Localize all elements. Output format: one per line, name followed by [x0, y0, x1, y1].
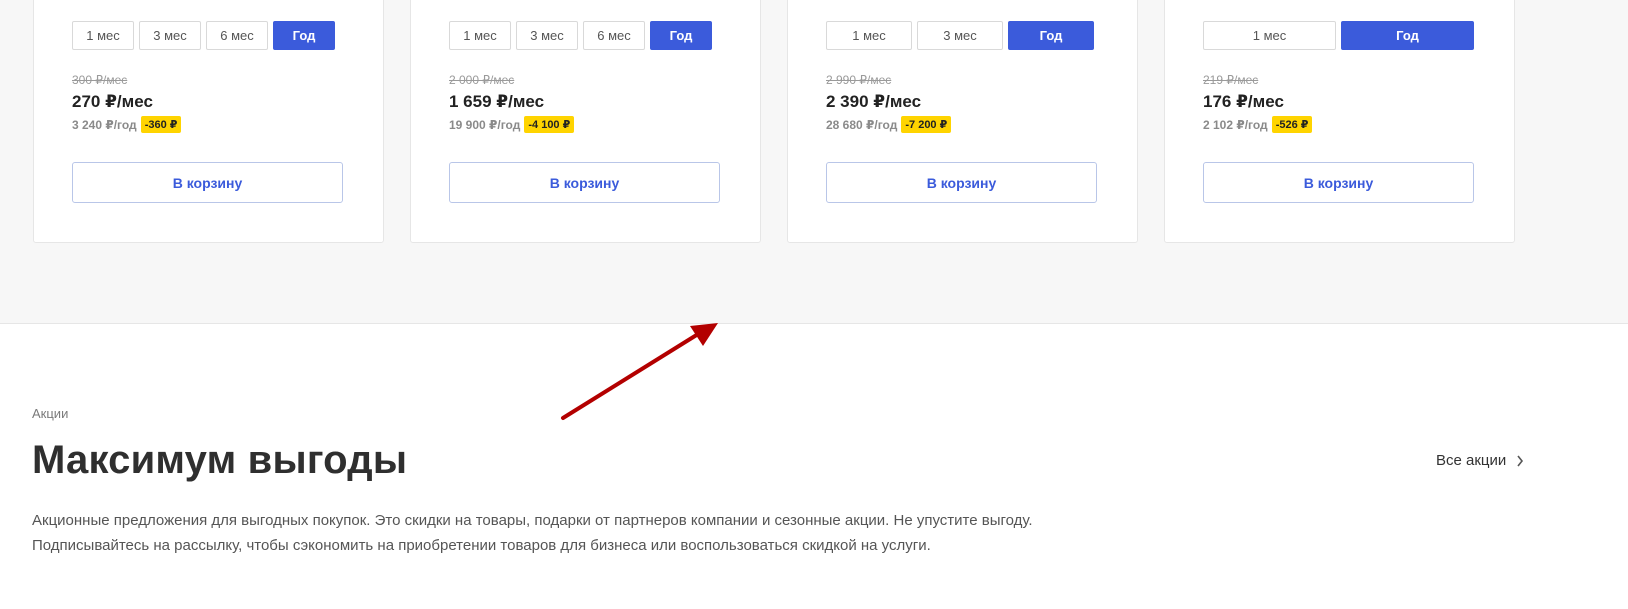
period-option-active[interactable]: Год — [273, 21, 335, 50]
old-price: 2 990 ₽/мес — [826, 73, 892, 87]
period-option[interactable]: 3 мес — [917, 21, 1003, 50]
period-option[interactable]: 3 мес — [516, 21, 578, 50]
year-price-row: 19 900 ₽/год -4 100 ₽ — [449, 116, 575, 133]
add-to-cart-button[interactable]: В корзину — [1203, 162, 1474, 203]
period-selector: 1 мес 3 мес Год — [826, 21, 1094, 50]
price: 1 659 ₽/мес — [449, 92, 545, 111]
promo-description: Акционные предложения для выгодных покуп… — [32, 512, 1033, 554]
discount-badge: -4 100 ₽ — [524, 116, 575, 133]
period-option-active[interactable]: Год — [650, 21, 712, 50]
period-option-active[interactable]: Год — [1341, 21, 1474, 50]
price: 176 ₽/мес — [1203, 92, 1284, 111]
year-price-row: 3 240 ₽/год -360 ₽ — [72, 116, 182, 133]
tariff-card-1: 1 мес 3 мес 6 мес Год 300 ₽/мес 270 ₽/ме… — [33, 0, 384, 243]
tariffs-section: 1 мес 3 мес 6 мес Год 300 ₽/мес 270 ₽/ме… — [0, 0, 1628, 324]
period-option[interactable]: 1 мес — [826, 21, 912, 50]
period-selector: 1 мес 3 мес 6 мес Год — [72, 21, 335, 50]
old-price: 300 ₽/мес — [72, 73, 128, 87]
period-selector: 1 мес 3 мес 6 мес Год — [449, 21, 712, 50]
old-price: 2 000 ₽/мес — [449, 73, 515, 87]
old-price: 219 ₽/мес — [1203, 73, 1259, 87]
all-promos-label: Все акции — [1436, 452, 1507, 469]
promo-eyebrow: Акции — [32, 406, 69, 421]
period-option[interactable]: 1 мес — [72, 21, 134, 50]
add-to-cart-button[interactable]: В корзину — [449, 162, 720, 203]
period-option[interactable]: 1 мес — [1203, 21, 1336, 50]
chevron-right-icon — [1517, 455, 1524, 466]
period-selector: 1 мес Год — [1203, 21, 1474, 50]
tariff-card-2: 1 мес 3 мес 6 мес Год 2 000 ₽/мес 1 659 … — [410, 0, 761, 243]
tariff-card-3: 1 мес 3 мес Год 2 990 ₽/мес 2 390 ₽/мес … — [787, 0, 1138, 243]
period-option[interactable]: 3 мес — [139, 21, 201, 50]
page-title: Максимум выгоды — [32, 438, 408, 482]
year-price-row: 28 680 ₽/год -7 200 ₽ — [826, 116, 952, 133]
discount-badge: -360 ₽ — [140, 116, 182, 133]
price: 2 390 ₽/мес — [826, 92, 922, 111]
add-to-cart-button[interactable]: В корзину — [826, 162, 1097, 203]
discount-badge: -7 200 ₽ — [901, 116, 952, 133]
year-price: 19 900 ₽/год — [449, 117, 521, 132]
year-price: 2 102 ₽/год — [1203, 117, 1268, 132]
year-price-row: 2 102 ₽/год -526 ₽ — [1203, 116, 1313, 133]
period-option[interactable]: 6 мес — [206, 21, 268, 50]
period-option-active[interactable]: Год — [1008, 21, 1094, 50]
all-promos-link[interactable]: Все акции — [1436, 452, 1524, 469]
discount-badge: -526 ₽ — [1271, 116, 1313, 133]
period-option[interactable]: 6 мес — [583, 21, 645, 50]
period-option[interactable]: 1 мес — [449, 21, 511, 50]
price: 270 ₽/мес — [72, 92, 153, 111]
year-price: 3 240 ₽/год — [72, 117, 137, 132]
year-price: 28 680 ₽/год — [826, 117, 898, 132]
tariff-card-4: 1 мес Год 219 ₽/мес 176 ₽/мес 2 102 ₽/го… — [1164, 0, 1515, 243]
add-to-cart-button[interactable]: В корзину — [72, 162, 343, 203]
